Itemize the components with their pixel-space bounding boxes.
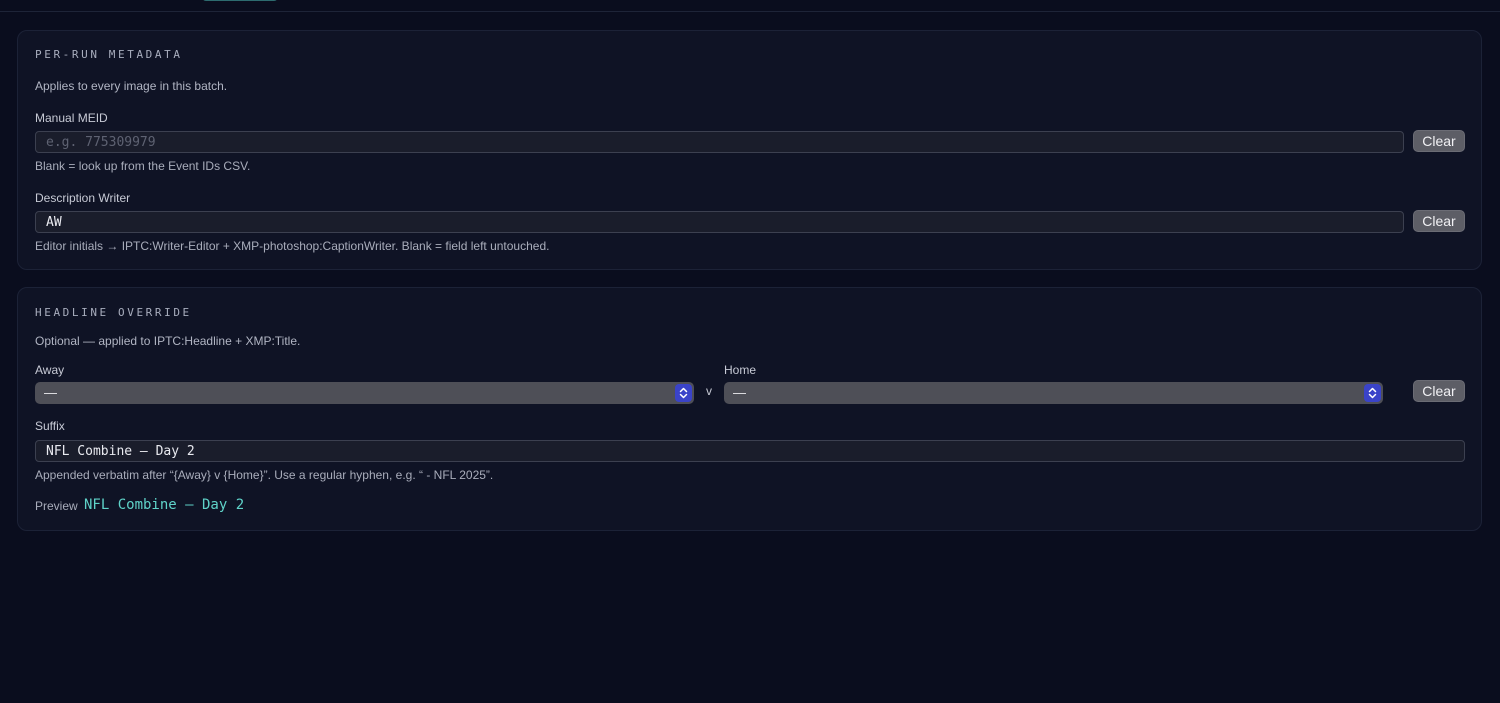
section-title-per-run: PER-RUN METADATA [35, 48, 183, 61]
home-label: Home [724, 363, 757, 377]
away-label: Away [35, 363, 65, 377]
suffix-label: Suffix [35, 419, 65, 433]
preview-value: NFL Combine – Day 2 [84, 497, 245, 513]
section-title-headline: HEADLINE OVERRIDE [35, 306, 192, 319]
per-run-metadata-card: PER-RUN METADATA Applies to every image … [17, 30, 1482, 270]
away-select[interactable]: — [35, 382, 694, 404]
clear-headline-button[interactable]: Clear [1413, 380, 1465, 402]
headline-description: Optional — applied to IPTC:Headline + XM… [35, 334, 301, 348]
headline-override-card: HEADLINE OVERRIDE Optional — applied to … [17, 287, 1482, 531]
description-writer-hint: Editor initials → IPTC:Writer-Editor + X… [35, 239, 550, 253]
manual-meid-hint: Blank = look up from the Event IDs CSV. [35, 159, 251, 173]
description-writer-label: Description Writer [35, 191, 131, 205]
chevron-up-down-icon [1364, 384, 1381, 402]
clear-meid-button[interactable]: Clear [1413, 130, 1465, 152]
manual-meid-label: Manual MEID [35, 111, 108, 125]
chevron-up-down-icon [675, 384, 692, 402]
preview-label: Preview [35, 499, 78, 513]
per-run-description: Applies to every image in this batch. [35, 79, 228, 93]
active-tab-indicator [202, 0, 278, 1]
versus-separator: v [706, 384, 712, 398]
description-writer-input[interactable] [35, 211, 1404, 233]
top-tab-bar [0, 0, 1500, 12]
home-select-value: — [733, 385, 746, 400]
away-select-value: — [44, 385, 57, 400]
suffix-hint: Appended verbatim after “{Away} v {Home}… [35, 468, 494, 482]
home-select[interactable]: — [724, 382, 1383, 404]
manual-meid-input[interactable] [35, 131, 1404, 153]
suffix-input[interactable] [35, 440, 1465, 462]
clear-writer-button[interactable]: Clear [1413, 210, 1465, 232]
